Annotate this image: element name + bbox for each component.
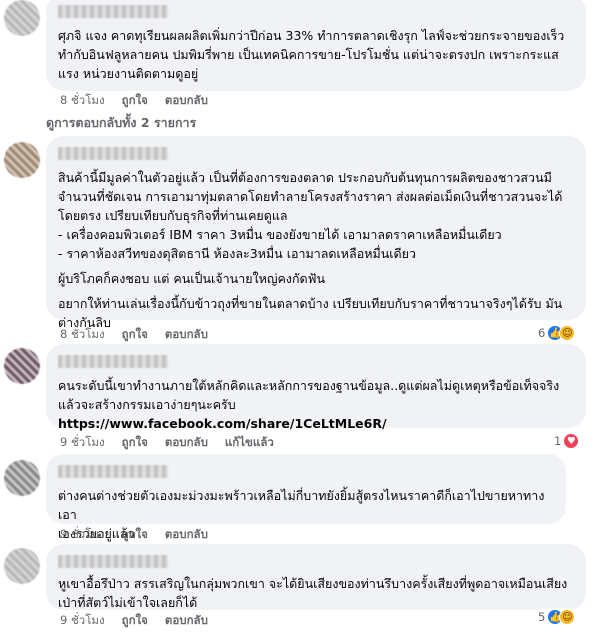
love-icon: ♥ <box>563 433 580 449</box>
comment-actions: 8 ชั่วโมง ถูกใจ ตอบกลับ <box>60 326 208 344</box>
comment-bubble: คนระดับนี้เขาทำงานภายใต้หลักคิดและหลักกา… <box>46 344 586 431</box>
avatar[interactable] <box>4 0 40 36</box>
reply-button[interactable]: ตอบกลับ <box>165 92 208 110</box>
avatar[interactable] <box>4 460 40 496</box>
comment-actions: 9 ชั่วโมง ถูกใจ ตอบกลับ <box>60 612 208 630</box>
comment-actions: 8 ชั่วโมง ถูกใจ ตอบกลับ <box>60 92 208 110</box>
view-replies-label[interactable]: ดูการตอบกลับทั้ง 2 รายการ <box>46 113 196 133</box>
comment-time[interactable]: 9 ชั่วโมง <box>60 526 105 544</box>
haha-icon: ☺ <box>559 325 576 341</box>
author-name-redacted[interactable] <box>58 147 168 160</box>
comment-bubble: ต่างคนต่างช่วยตัวเองมะม่วงมะพร้าวเหลือไม… <box>46 454 566 541</box>
reaction-count: 6 <box>538 326 546 340</box>
reply-button[interactable]: ตอบกลับ <box>165 326 208 344</box>
author-name-redacted[interactable] <box>58 465 168 478</box>
comment-time[interactable]: 8 ชั่วโมง <box>60 326 105 344</box>
view-replies[interactable]: ดูการตอบกลับทั้ง 2 รายการ <box>46 113 196 133</box>
reaction-summary[interactable]: 6 👍 ☺ <box>536 324 578 342</box>
comment-bubble: หูเขาอื้อรึป่าว สรรเสริญในกลุ่มพวกเขา จะ… <box>46 544 586 610</box>
like-button[interactable]: ถูกใจ <box>122 526 148 544</box>
comment-text: สินค้านี้มีมูลค่าในตัวอยู่แล้ว เป็นที่ต้… <box>58 170 563 261</box>
comment-time[interactable]: 9 ชั่วโมง <box>60 434 105 452</box>
avatar[interactable] <box>4 142 40 178</box>
like-button[interactable]: ถูกใจ <box>122 92 148 110</box>
like-button[interactable]: ถูกใจ <box>122 434 148 452</box>
comment-link[interactable]: https://www.facebook.com/share/1CeLtMLe6… <box>58 414 574 433</box>
comment-text-2: ผู้บริโภคก็คงชอบ แต่ คนเป็นเจ้านายใหญ่คง… <box>58 271 326 286</box>
comment-time[interactable]: 9 ชั่วโมง <box>60 612 105 630</box>
avatar[interactable] <box>4 348 40 384</box>
author-name-redacted[interactable] <box>58 555 168 568</box>
edited-label[interactable]: แก้ไขแล้ว <box>225 434 274 452</box>
comment-actions: 9 ชั่วโมง ถูกใจ ตอบกลับ แก้ไขแล้ว <box>60 434 274 452</box>
reaction-summary[interactable]: 1 ♥ <box>552 432 582 450</box>
haha-icon: ☺ <box>559 609 576 625</box>
reaction-count: 5 <box>538 610 546 624</box>
reply-button[interactable]: ตอบกลับ <box>165 434 208 452</box>
reply-button[interactable]: ตอบกลับ <box>165 612 208 630</box>
like-button[interactable]: ถูกใจ <box>122 612 148 630</box>
reaction-summary[interactable]: 5 👍 ☺ <box>536 608 578 626</box>
comment-actions: 9 ชั่วโมง ถูกใจ ตอบกลับ <box>60 526 208 544</box>
author-name-redacted[interactable] <box>58 5 168 18</box>
comment-text: คนระดับนี้เขาทำงานภายใต้หลักคิดและหลักกา… <box>58 378 560 412</box>
reaction-count: 1 <box>554 434 562 448</box>
comment-bubble: สินค้านี้มีมูลค่าในตัวอยู่แล้ว เป็นที่ต้… <box>46 136 586 330</box>
like-button[interactable]: ถูกใจ <box>122 326 148 344</box>
reply-button[interactable]: ตอบกลับ <box>165 526 208 544</box>
comment-time[interactable]: 8 ชั่วโมง <box>60 92 105 110</box>
author-name-redacted[interactable] <box>58 355 168 368</box>
comment-text: ศุภจิ แจง คาดทุเรียนผลผลิตเพิ่มกว่าปีก่อ… <box>58 28 565 81</box>
comment-bubble: ศุภจิ แจง คาดทุเรียนผลผลิตเพิ่มกว่าปีก่อ… <box>46 0 586 91</box>
comment-text: หูเขาอื้อรึป่าว สรรเสริญในกลุ่มพวกเขา จะ… <box>58 576 568 610</box>
avatar[interactable] <box>4 548 40 584</box>
